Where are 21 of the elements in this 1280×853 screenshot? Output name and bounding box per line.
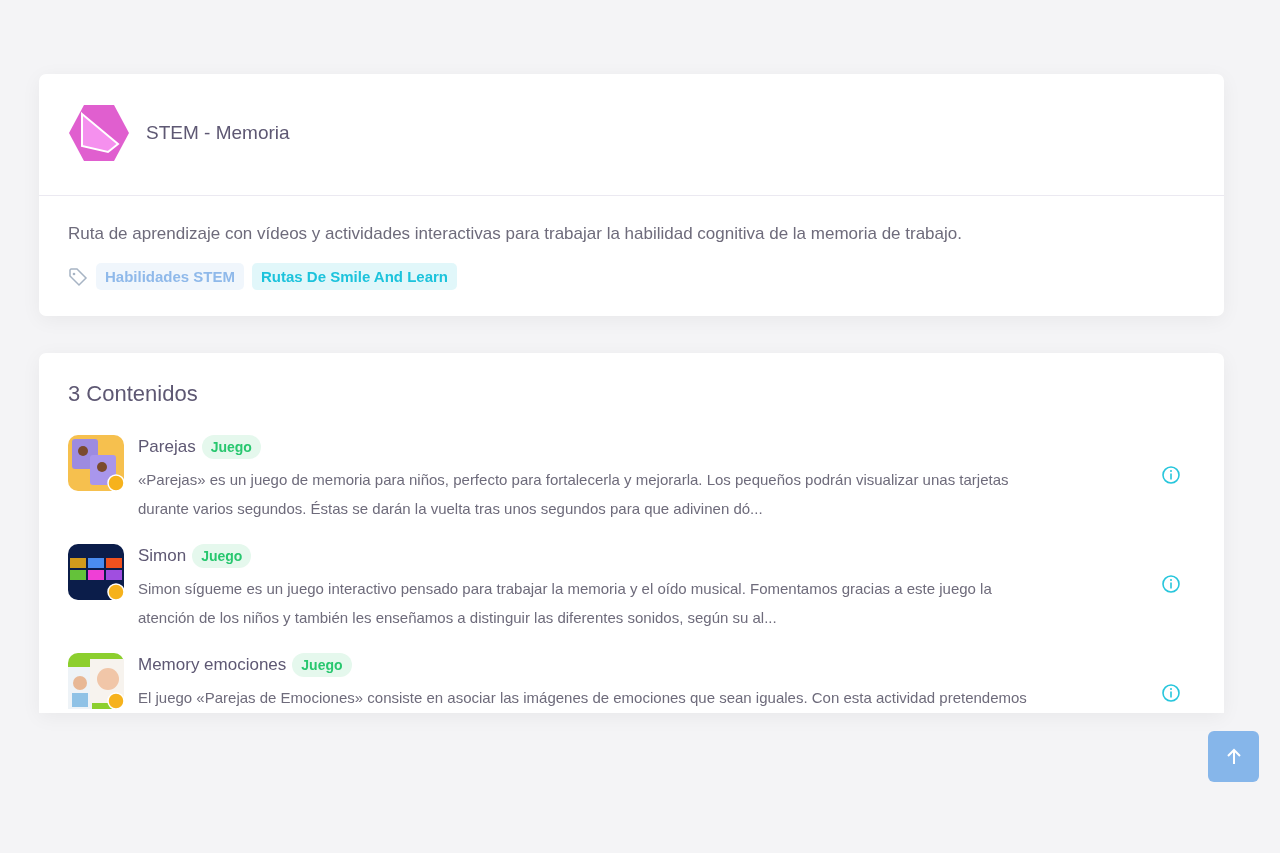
content-description: durante varios segundos. Éstas se darán la vuelta tras unos segundos para que adivinen dó... [138, 499, 764, 519]
type-badge: Juego [201, 435, 261, 459]
hexagon-triangle-icon [68, 102, 130, 164]
type-badge: Juego [292, 653, 352, 677]
info-icon[interactable] [1161, 465, 1181, 485]
info-icon[interactable] [1161, 574, 1181, 594]
content-title[interactable]: Memory emociones [138, 655, 287, 675]
route-description: Ruta de aprendizaje con vídeos y actividades interactivas para trabajar la habilidad cognitiva de la memoria de trabajo. [68, 224, 963, 244]
content-title[interactable]: Parejas [138, 437, 196, 457]
tag-icon [68, 266, 88, 287]
arrow-up-icon [1225, 747, 1242, 766]
info-icon[interactable] [1161, 683, 1181, 703]
content-title[interactable]: Simon [138, 546, 187, 566]
content-description: atención de los niños y también les enseñamos a distinguir las diferentes sonidos, según su al... [138, 608, 778, 628]
contents-heading: 3 Contenidos [68, 381, 199, 407]
content-description: El juego «Parejas de Emociones» consiste en asociar las imágenes de emociones que sean iguales. Con esta actividad pretendemos [138, 688, 1028, 708]
content-description: Simon sígueme es un juego interactivo pensado para trabajar la memoria y el oído musical. Fomentamos gracias a este juego la [138, 579, 993, 599]
route-title: STEM - Memoria [146, 122, 290, 144]
scroll-top-button[interactable] [1208, 731, 1259, 782]
type-badge: Juego [192, 544, 252, 568]
content-description: «Parejas» es un juego de memoria para niños, perfecto para fortalecerla y mejorarla. Los pequeños podrán visualizar unas tarjetas [138, 470, 1010, 490]
